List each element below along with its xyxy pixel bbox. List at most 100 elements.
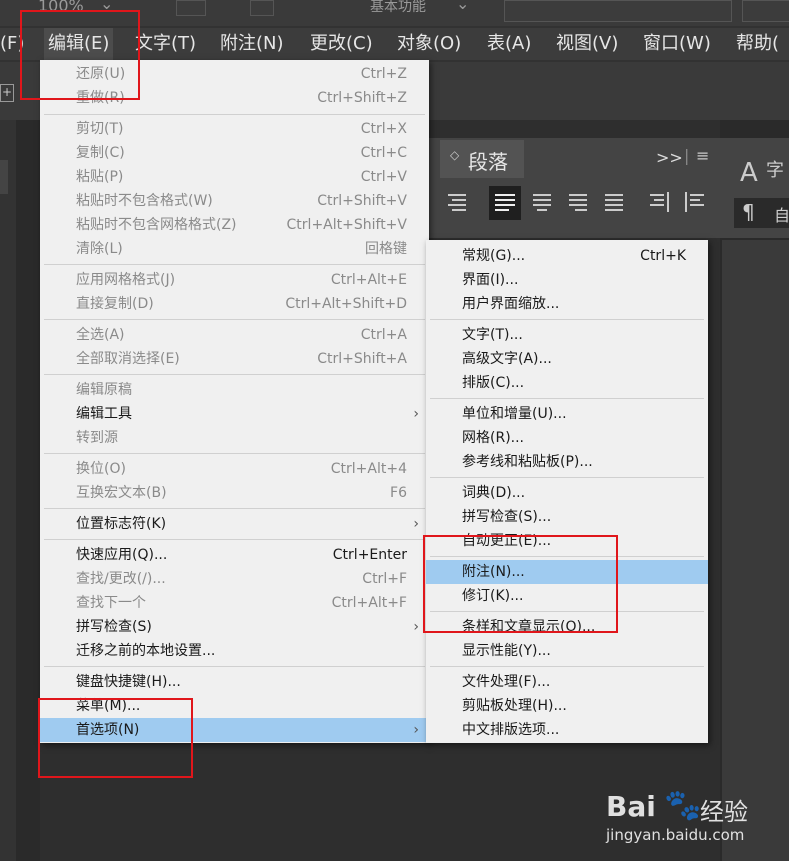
menu-view[interactable]: 视图(V) bbox=[552, 28, 622, 60]
menu-item-edit-original[interactable]: 编辑原稿 bbox=[40, 378, 429, 402]
edit-menu: 还原(U) Ctrl+Z 重做(R) Ctrl+Shift+Z 剪切(T) Ctrl+… bbox=[40, 60, 429, 743]
menu-table[interactable]: 表(A) bbox=[483, 28, 535, 60]
chevron-right-icon: › bbox=[413, 619, 419, 635]
pref-dictionary[interactable]: 词典(D)... bbox=[426, 481, 708, 505]
separator bbox=[44, 539, 425, 540]
pilcrow-icon: ¶ bbox=[742, 200, 755, 224]
tools-panel bbox=[0, 120, 16, 861]
menu-item-cut[interactable]: 剪切(T) Ctrl+X bbox=[40, 117, 429, 141]
frame-icon[interactable] bbox=[250, 0, 274, 16]
workspace-dropdown-icon[interactable]: ⌄ bbox=[456, 0, 469, 13]
pref-spelling[interactable]: 拼写检查(S)... bbox=[426, 505, 708, 529]
pref-guides[interactable]: 参考线和粘贴板(P)... bbox=[426, 450, 708, 474]
panel-title: 段落 bbox=[468, 150, 508, 174]
menu-item-spell-check[interactable]: 拼写检查(S) › bbox=[40, 615, 429, 639]
align-left-icon[interactable] bbox=[446, 192, 468, 212]
menu-item-paste-no-format[interactable]: 粘贴时不包含格式(W) Ctrl+Shift+V bbox=[40, 189, 429, 213]
chevron-right-icon: › bbox=[413, 516, 419, 532]
chevron-updown-icon: ◇ bbox=[450, 148, 460, 162]
separator bbox=[44, 114, 425, 115]
pref-composition[interactable]: 排版(C)... bbox=[426, 371, 708, 395]
highlight-box-preferences bbox=[38, 698, 193, 778]
menu-item-duplicate[interactable]: 直接复制(D) Ctrl+Alt+Shift+D bbox=[40, 292, 429, 316]
tool-button[interactable] bbox=[0, 160, 8, 194]
menu-item-keyboard-shortcuts[interactable]: 键盘快捷键(H)... bbox=[40, 670, 429, 694]
separator bbox=[430, 666, 704, 667]
separator bbox=[430, 477, 704, 478]
menu-type[interactable]: 文字(T) bbox=[131, 28, 200, 60]
menu-item-quick-apply[interactable]: 快速应用(Q)... Ctrl+Enter bbox=[40, 543, 429, 567]
highlight-box-notes bbox=[423, 535, 618, 633]
menu-item-apply-grid-format[interactable]: 应用网格格式(J) Ctrl+Alt+E bbox=[40, 268, 429, 292]
divider: | bbox=[684, 146, 690, 165]
menu-item-transpose[interactable]: 换位(O) Ctrl+Alt+4 bbox=[40, 457, 429, 481]
separator bbox=[430, 319, 704, 320]
preferences-submenu: 常规(G)... Ctrl+K 界面(I)... 用户界面缩放... 文字(T).… bbox=[426, 240, 708, 743]
highlight-box-edit-menu bbox=[20, 10, 140, 100]
justify-all-icon[interactable] bbox=[603, 192, 625, 212]
watermark-url: jingyan.baidu.com bbox=[606, 826, 745, 844]
pref-type[interactable]: 文字(T)... bbox=[426, 323, 708, 347]
paragraph-panel-button[interactable]: ¶ 自 bbox=[734, 198, 789, 228]
paw-icon: 🐾 bbox=[664, 788, 702, 823]
separator bbox=[44, 319, 425, 320]
menu-item-find-next[interactable]: 查找下一个 Ctrl+Alt+F bbox=[40, 591, 429, 615]
align-icon[interactable] bbox=[176, 0, 206, 16]
menu-help[interactable]: 帮助( bbox=[732, 28, 783, 60]
align-away-spine-icon[interactable] bbox=[684, 192, 706, 212]
separator bbox=[430, 398, 704, 399]
menu-item-select-all[interactable]: 全选(A) Ctrl+A bbox=[40, 323, 429, 347]
menu-item-deselect-all[interactable]: 全部取消选择(E) Ctrl+Shift+A bbox=[40, 347, 429, 371]
pref-display-performance[interactable]: 显示性能(Y)... bbox=[426, 639, 708, 663]
pref-file-handling[interactable]: 文件处理(F)... bbox=[426, 670, 708, 694]
character-panel: A 字 ¶ 自 bbox=[722, 138, 789, 238]
pref-units[interactable]: 单位和增量(U)... bbox=[426, 402, 708, 426]
add-icon[interactable]: + bbox=[0, 84, 14, 102]
workspace-switcher[interactable]: 基本功能 bbox=[370, 0, 426, 16]
menu-object[interactable]: 对象(O) bbox=[393, 28, 465, 60]
pref-ui-scaling[interactable]: 用户界面缩放... bbox=[426, 292, 708, 316]
separator bbox=[44, 374, 425, 375]
right-dock bbox=[722, 240, 789, 861]
pref-interface[interactable]: 界面(I)... bbox=[426, 268, 708, 292]
justify-center-icon[interactable] bbox=[531, 192, 553, 212]
pref-clipboard[interactable]: 剪贴板处理(H)... bbox=[426, 694, 708, 718]
panel-label: 字 bbox=[766, 160, 784, 181]
separator bbox=[44, 508, 425, 509]
search-input[interactable] bbox=[504, 0, 732, 22]
pref-cjk-options[interactable]: 中文排版选项... bbox=[426, 718, 708, 742]
panel-label: 自 bbox=[774, 206, 789, 225]
menu-item-edit-with[interactable]: 编辑工具 › bbox=[40, 402, 429, 426]
justify-left-icon[interactable] bbox=[489, 186, 521, 220]
chevron-right-icon: › bbox=[413, 722, 419, 738]
menu-item-copy[interactable]: 复制(C) Ctrl+C bbox=[40, 141, 429, 165]
menu-item-find-change[interactable]: 查找/更改(/)... Ctrl+F bbox=[40, 567, 429, 591]
tab-paragraph[interactable]: ◇ 段落 bbox=[440, 140, 524, 178]
pref-grids[interactable]: 网格(R)... bbox=[426, 426, 708, 450]
separator bbox=[44, 264, 425, 265]
collapse-panel-icon[interactable]: >> bbox=[656, 148, 683, 167]
menu-window[interactable]: 窗口(W) bbox=[639, 28, 715, 60]
watermark: Bai 🐾 经验 jingyan.baidu.com bbox=[606, 788, 756, 850]
menu-item-swap-macro-text[interactable]: 互换宏文本(B) F6 bbox=[40, 481, 429, 505]
menu-item-go-to-source[interactable]: 转到源 bbox=[40, 426, 429, 450]
menu-notes[interactable]: 附注(N) bbox=[216, 28, 288, 60]
menu-item-paste-no-grid-format[interactable]: 粘贴时不包含网格格式(Z) Ctrl+Alt+Shift+V bbox=[40, 213, 429, 237]
panel-menu-icon[interactable]: ≡ bbox=[696, 146, 709, 165]
separator bbox=[44, 666, 425, 667]
align-towards-spine-icon[interactable] bbox=[648, 192, 670, 212]
watermark-brand: Bai bbox=[606, 790, 656, 823]
chevron-right-icon: › bbox=[413, 406, 419, 422]
menu-changes[interactable]: 更改(C) bbox=[306, 28, 377, 60]
menu-item-position-marker[interactable]: 位置标志符(K) › bbox=[40, 512, 429, 536]
pref-general[interactable]: 常规(G)... Ctrl+K bbox=[426, 244, 708, 268]
justify-right-icon[interactable] bbox=[567, 192, 589, 212]
stock-search[interactable] bbox=[742, 0, 789, 22]
character-icon[interactable]: A bbox=[740, 158, 758, 188]
menu-item-paste[interactable]: 粘贴(P) Ctrl+V bbox=[40, 165, 429, 189]
menu-item-migrate-settings[interactable]: 迁移之前的本地设置... bbox=[40, 639, 429, 663]
separator bbox=[44, 453, 425, 454]
pref-advanced-type[interactable]: 高级文字(A)... bbox=[426, 347, 708, 371]
menu-item-clear[interactable]: 清除(L) 回格键 bbox=[40, 237, 429, 261]
watermark-brand2: 经验 bbox=[700, 798, 748, 826]
